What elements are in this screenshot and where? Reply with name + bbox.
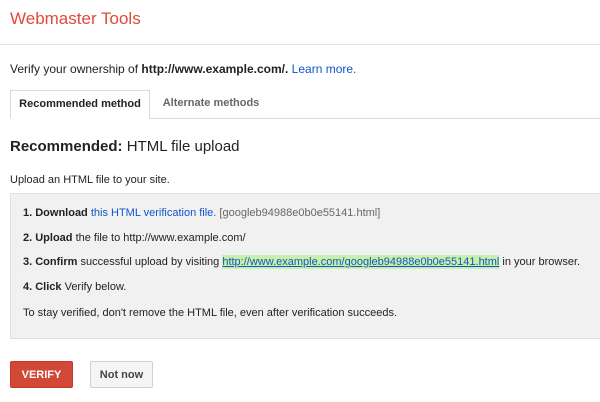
step-download-label: 1. Download xyxy=(23,207,88,219)
recommended-heading: Recommended: HTML file upload xyxy=(10,138,240,155)
step-confirm: 3. Confirm successful upload by visiting… xyxy=(23,255,581,269)
step-upload-text: the file to http://www.example.com/ xyxy=(72,232,246,244)
verification-url-link[interactable]: http://www.example.com/googleb94988e0b0e… xyxy=(222,255,500,269)
step-confirm-label: 3. Confirm xyxy=(23,256,78,268)
site-url: http://www.example.com/. xyxy=(141,62,289,76)
app-header: Webmaster Tools xyxy=(0,0,600,45)
step-click-text: Verify below. xyxy=(61,281,127,293)
not-now-button[interactable]: Not now xyxy=(90,361,153,388)
step-click: 4. Click Verify below. xyxy=(23,281,126,293)
stay-verified-note: To stay verified, don't remove the HTML … xyxy=(23,307,398,319)
ownership-prefix: Verify your ownership of xyxy=(10,62,142,76)
upload-instruction: Upload an HTML file to your site. xyxy=(10,174,170,186)
verification-file-name: [googleb94988e0b0e55141.html] xyxy=(216,207,381,219)
app-title: Webmaster Tools xyxy=(10,9,141,28)
recommended-label: Recommended: xyxy=(10,138,123,155)
step-click-label: 4. Click xyxy=(23,281,62,293)
steps-panel: 1. Download this HTML verification file.… xyxy=(10,193,600,339)
ownership-line: Verify your ownership of http://www.exam… xyxy=(10,62,356,76)
verification-file-link[interactable]: this HTML verification file. xyxy=(91,207,217,219)
step-confirm-suffix: in your browser. xyxy=(499,256,581,268)
step-upload: 2. Upload the file to http://www.example… xyxy=(23,232,246,244)
tab-alternate-methods[interactable]: Alternate methods xyxy=(153,90,269,118)
tab-recommended-method[interactable]: Recommended method xyxy=(10,90,150,119)
verify-button[interactable]: VERIFY xyxy=(10,361,73,388)
step-confirm-text: successful upload by visiting xyxy=(77,256,223,268)
step-download: 1. Download this HTML verification file.… xyxy=(23,207,380,219)
step-upload-label: 2. Upload xyxy=(23,232,73,244)
learn-more-link[interactable]: Learn more. xyxy=(292,62,357,76)
recommended-method: HTML file upload xyxy=(122,138,240,155)
method-tabs: Recommended method Alternate methods xyxy=(10,90,600,119)
